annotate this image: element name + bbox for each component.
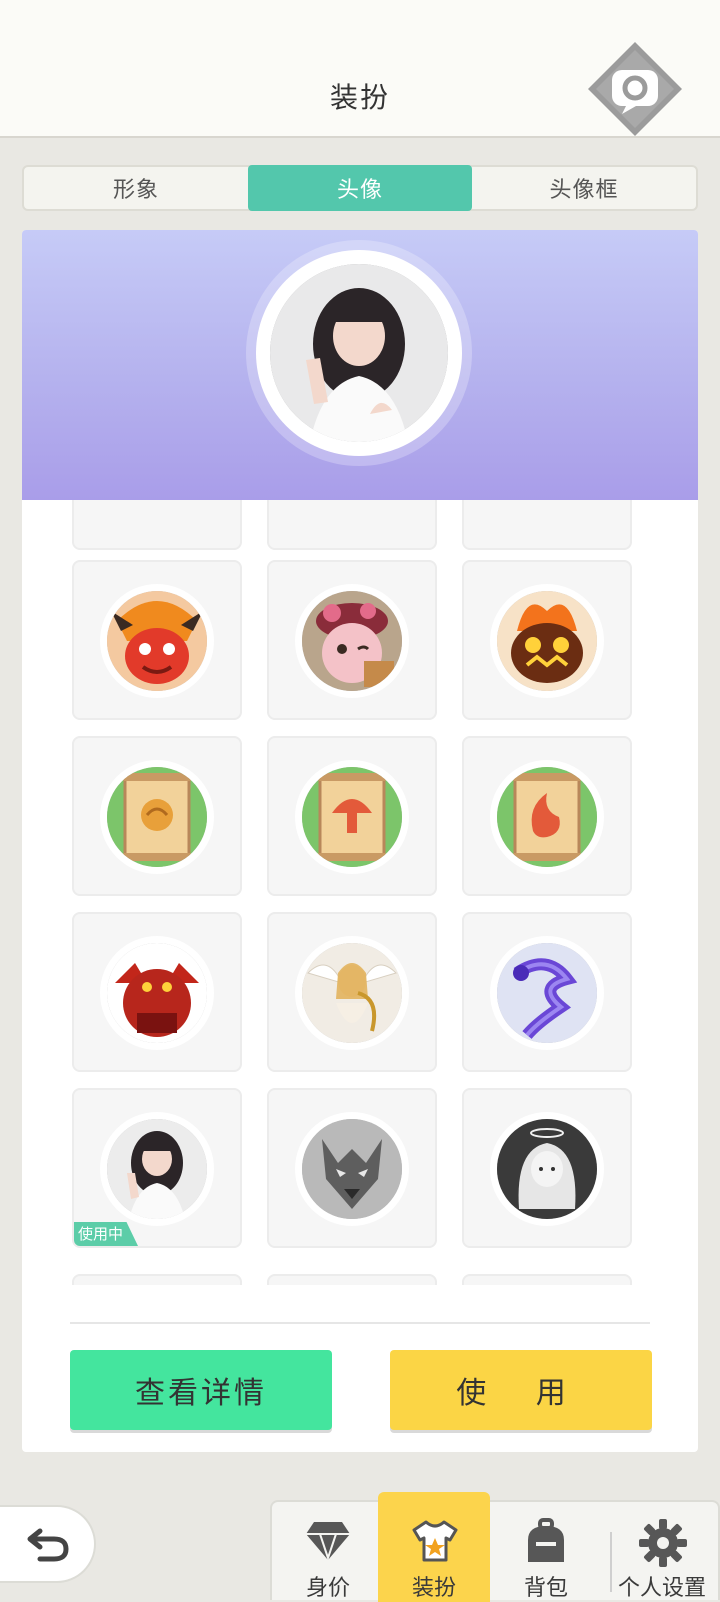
nav-label: 背包 bbox=[523, 1576, 568, 1601]
avatar-card[interactable] bbox=[267, 912, 437, 1072]
in-use-badge: 使用中 bbox=[74, 1222, 138, 1246]
flame-monster-avatar bbox=[497, 591, 597, 691]
avatar-card[interactable] bbox=[462, 912, 632, 1072]
tab-avatar[interactable]: 头像 bbox=[248, 165, 472, 211]
avatar-panel: 使用中 查看详情 使 用 bbox=[22, 230, 698, 1452]
avatar-card[interactable] bbox=[462, 500, 632, 550]
back-arrow-icon bbox=[27, 1528, 69, 1562]
divider bbox=[70, 1322, 650, 1324]
backpack-icon bbox=[528, 1518, 564, 1562]
purple-dragon-avatar bbox=[497, 943, 597, 1043]
avatar-card[interactable] bbox=[267, 1274, 437, 1285]
scroll-mushroom-avatar bbox=[302, 767, 402, 867]
scroll-flame-avatar bbox=[497, 767, 597, 867]
gear-icon bbox=[639, 1519, 687, 1567]
scroll-fist-avatar bbox=[107, 767, 207, 867]
nav-item-dress-up[interactable]: 装扮 bbox=[378, 1492, 490, 1602]
harp-angel-avatar bbox=[302, 943, 402, 1043]
avatar-grid: 使用中 bbox=[22, 500, 698, 1285]
avatar-card[interactable] bbox=[72, 500, 242, 550]
tab-avatar-frame[interactable]: 头像框 bbox=[472, 167, 696, 209]
shirt-icon bbox=[412, 1520, 458, 1562]
avatar-card[interactable] bbox=[267, 560, 437, 720]
avatar-card[interactable] bbox=[267, 500, 437, 550]
girl-waving-avatar bbox=[107, 1119, 207, 1219]
avatar-card[interactable] bbox=[72, 912, 242, 1072]
avatar-card[interactable] bbox=[462, 560, 632, 720]
avatar-card[interactable] bbox=[267, 1088, 437, 1248]
avatar-card[interactable] bbox=[72, 560, 242, 720]
avatar-tabs: 形象 头像 头像框 bbox=[22, 165, 698, 211]
fire-bull-demon-avatar bbox=[107, 591, 207, 691]
nav-item-backpack[interactable]: 背包 bbox=[490, 1502, 602, 1602]
red-demon-warrior-avatar bbox=[107, 943, 207, 1043]
use-button[interactable]: 使 用 bbox=[390, 1350, 652, 1430]
bottom-nav: 身价 装扮 背包 个人设置 bbox=[270, 1492, 720, 1602]
nav-label: 装扮 bbox=[411, 1576, 456, 1601]
avatar-card[interactable] bbox=[462, 736, 632, 896]
nav-label: 身价 bbox=[305, 1576, 350, 1601]
avatar-card[interactable] bbox=[72, 1274, 242, 1285]
avatar-card[interactable] bbox=[462, 1088, 632, 1248]
back-button[interactable] bbox=[0, 1505, 96, 1583]
nav-item-settings[interactable]: 个人设置 bbox=[606, 1502, 718, 1602]
avatar-card[interactable] bbox=[267, 736, 437, 896]
wolf-avatar bbox=[302, 1119, 402, 1219]
avatar-card[interactable] bbox=[462, 1274, 632, 1285]
nav-item-worth[interactable]: 身价 bbox=[272, 1502, 384, 1602]
chat-bubble-icon[interactable] bbox=[586, 40, 684, 138]
avatar-card[interactable]: 使用中 bbox=[72, 1088, 242, 1248]
flower-girl-avatar bbox=[302, 591, 402, 691]
header-bar: 装扮 bbox=[0, 0, 720, 138]
tab-appearance[interactable]: 形象 bbox=[24, 167, 248, 209]
girl-waving-avatar bbox=[270, 264, 448, 442]
preview-banner bbox=[22, 230, 698, 500]
avatar-card[interactable] bbox=[72, 736, 242, 896]
diamond-icon bbox=[306, 1522, 350, 1562]
angel-girl-avatar bbox=[497, 1119, 597, 1219]
nav-label: 个人设置 bbox=[617, 1576, 706, 1601]
current-avatar-preview bbox=[256, 250, 462, 456]
view-details-button[interactable]: 查看详情 bbox=[70, 1350, 332, 1430]
